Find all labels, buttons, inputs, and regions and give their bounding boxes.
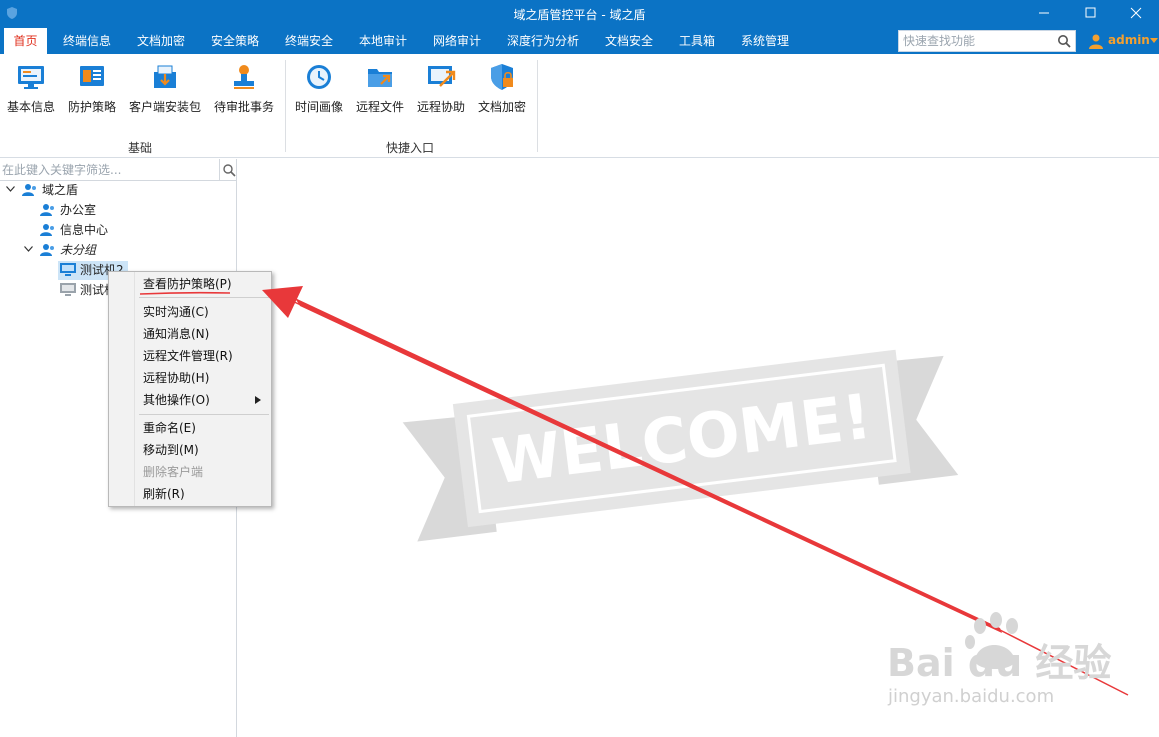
install-package-icon — [154, 65, 176, 88]
ctx-refresh[interactable]: 刷新(R) — [143, 484, 185, 504]
tree-node-test-pc[interactable]: 测试机 — [58, 280, 108, 300]
chevron-down-icon[interactable] — [1150, 38, 1158, 44]
quick-search-input[interactable] — [903, 33, 1051, 49]
tool-label: 基本信息 — [6, 100, 55, 114]
menu-terminal-security[interactable]: 终端安全 — [285, 28, 333, 54]
group-label-basic: 基础 — [128, 141, 153, 155]
context-menu-gutter — [109, 272, 135, 506]
tool-label: 文档加密 — [477, 100, 526, 114]
monitor-info-icon — [18, 66, 44, 89]
tree-filter — [0, 159, 237, 181]
tool-label: 时间画像 — [294, 100, 343, 114]
menu-doc-encrypt[interactable]: 文档加密 — [137, 28, 185, 54]
ribbon-toolbar: 基本信息 防护策略 客户端安装包 待审批事务 基础 时间画像 远程文件 远程协助… — [0, 54, 1159, 158]
remote-desktop-icon — [428, 66, 456, 87]
ctx-realtime-chat[interactable]: 实时沟通(C) — [143, 302, 209, 322]
chevron-down-icon[interactable] — [6, 186, 15, 193]
title-bar: 域之盾管控平台 - 域之盾 — [0, 0, 1159, 28]
tree-node-root[interactable]: 域之盾 — [4, 180, 124, 200]
user-group-icon — [22, 184, 36, 196]
ctx-separator — [139, 297, 269, 298]
user-group-icon — [40, 244, 54, 256]
menu-home[interactable]: 首页 — [4, 28, 47, 54]
menu-network-audit[interactable]: 网络审计 — [433, 28, 481, 54]
computer-offline-icon — [60, 283, 76, 296]
tree-node-label: 未分组 — [60, 243, 97, 257]
menu-behavior-analysis[interactable]: 深度行为分析 — [507, 28, 579, 54]
tree-node-info-center[interactable]: 信息中心 — [40, 220, 140, 240]
user-name[interactable]: admin — [1108, 33, 1150, 47]
menu-local-audit[interactable]: 本地审计 — [359, 28, 407, 54]
ctx-remote-file-manage[interactable]: 远程文件管理(R) — [143, 346, 233, 366]
tree-node-office[interactable]: 办公室 — [40, 200, 140, 220]
menu-terminal-info[interactable]: 终端信息 — [63, 28, 111, 54]
chevron-down-icon[interactable] — [24, 246, 33, 253]
ctx-remote-assist[interactable]: 远程协助(H) — [143, 368, 209, 388]
maximize-icon — [1085, 7, 1096, 18]
tool-remote-assist[interactable]: 远程协助 — [416, 62, 466, 118]
group-label-shortcut: 快捷入口 — [386, 141, 435, 155]
ctx-move-to[interactable]: 移动到(M) — [143, 440, 199, 460]
user-group-icon — [40, 204, 54, 216]
ribbon-separator — [537, 60, 538, 152]
close-icon — [1130, 7, 1142, 19]
ctx-other-actions[interactable]: 其他操作(O) — [143, 390, 210, 410]
tool-label: 待审批事务 — [213, 100, 274, 114]
watermark-brand: Bai du 经验 — [887, 641, 1112, 685]
ctx-delete-client: 删除客户端 — [143, 465, 204, 479]
tool-basic-info[interactable]: 基本信息 — [6, 62, 56, 118]
user-avatar-icon — [1089, 34, 1103, 49]
quick-search — [898, 30, 1076, 52]
ctx-rename[interactable]: 重命名(E) — [143, 418, 196, 438]
minimize-button[interactable] — [1021, 0, 1067, 28]
clock-icon — [307, 65, 331, 89]
watermark-url: jingyan.baidu.com — [888, 686, 1055, 707]
tool-client-package[interactable]: 客户端安装包 — [128, 62, 202, 118]
tool-label: 客户端安装包 — [128, 100, 201, 114]
tree-filter-button[interactable] — [219, 159, 237, 181]
minimize-icon — [1039, 12, 1049, 14]
ctx-notify-message[interactable]: 通知消息(N) — [143, 324, 209, 344]
tool-remote-file[interactable]: 远程文件 — [355, 62, 405, 118]
folder-remote-icon — [368, 69, 392, 87]
tree-node-ungrouped[interactable]: 未分组 — [22, 240, 132, 260]
submenu-arrow-icon — [255, 396, 261, 404]
close-button[interactable] — [1113, 0, 1159, 28]
tool-pending-approval[interactable]: 待审批事务 — [213, 62, 275, 118]
tool-time-portrait[interactable]: 时间画像 — [294, 62, 344, 118]
menu-doc-security[interactable]: 文档安全 — [605, 28, 653, 54]
maximize-button[interactable] — [1067, 0, 1113, 28]
context-menu: 查看防护策略(P) 实时沟通(C) 通知消息(N) 远程文件管理(R) 远程协助… — [108, 271, 272, 507]
ribbon-separator — [285, 60, 286, 152]
menu-security-policy[interactable]: 安全策略 — [211, 28, 259, 54]
menu-system-admin[interactable]: 系统管理 — [741, 28, 789, 54]
tree-node-label: 域之盾 — [42, 183, 79, 197]
computer-online-icon — [60, 263, 76, 276]
tree-node-label: 信息中心 — [60, 223, 109, 237]
tool-label: 远程文件 — [355, 100, 404, 114]
tool-doc-encrypt[interactable]: 文档加密 — [477, 62, 527, 118]
tree-node-label: 测试机 — [80, 283, 108, 297]
menu-toolbox[interactable]: 工具箱 — [679, 28, 715, 54]
tool-protection-policy[interactable]: 防护策略 — [67, 62, 117, 118]
search-icon — [223, 164, 236, 177]
ctx-separator — [139, 414, 269, 415]
tree-node-label: 办公室 — [60, 203, 97, 217]
approval-stamp-icon — [234, 65, 254, 89]
search-icon[interactable] — [1057, 34, 1071, 48]
tree-filter-input[interactable] — [2, 162, 212, 178]
tool-label: 防护策略 — [67, 100, 116, 114]
user-group-icon — [40, 224, 54, 236]
window-title: 域之盾管控平台 - 域之盾 — [513, 8, 646, 22]
policy-card-icon — [80, 66, 104, 86]
tool-label: 远程协助 — [416, 100, 465, 114]
ctx-view-policy[interactable]: 查看防护策略(P) — [143, 274, 232, 294]
shield-lock-icon — [491, 64, 513, 90]
